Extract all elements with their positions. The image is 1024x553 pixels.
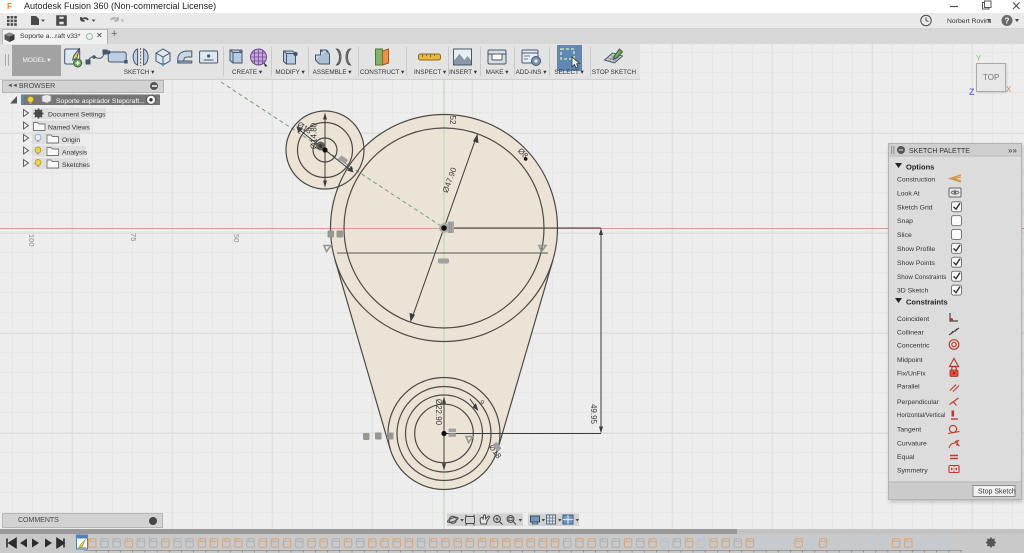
svg-text:Parallel: Parallel <box>897 384 920 391</box>
svg-text:Horizontal/Vertical: Horizontal/Vertical <box>897 413 945 419</box>
svg-text:Slice: Slice <box>897 232 912 239</box>
svg-text:Stop Sketch: Stop Sketch <box>978 489 1016 496</box>
svg-text:Fix/UnFix: Fix/UnFix <box>897 370 926 377</box>
svg-text:Construction: Construction <box>897 177 935 184</box>
svg-text:Show Profile: Show Profile <box>897 246 935 253</box>
svg-text:Collinear: Collinear <box>897 329 925 336</box>
svg-text:Show Points: Show Points <box>897 260 935 267</box>
svg-text:Sketches: Sketches <box>62 162 91 169</box>
svg-text:100: 100 <box>27 234 36 247</box>
svg-text:Ø22.90: Ø22.90 <box>434 399 443 426</box>
svg-text:Sketch Grid: Sketch Grid <box>897 204 933 211</box>
svg-text:Curvature: Curvature <box>897 441 927 448</box>
svg-text:3D Sketch: 3D Sketch <box>897 288 929 295</box>
svg-text:Norbert Rovira: Norbert Rovira <box>947 18 991 25</box>
svg-text:Document Settings: Document Settings <box>48 112 106 119</box>
svg-text:Analysis: Analysis <box>62 150 88 157</box>
svg-text:49.95: 49.95 <box>589 404 598 425</box>
svg-text:Snap: Snap <box>897 218 913 225</box>
svg-text:Equal: Equal <box>897 454 915 461</box>
svg-text:Look At: Look At <box>897 190 920 197</box>
svg-text:»»: »» <box>1008 146 1017 155</box>
svg-text:52: 52 <box>448 116 457 125</box>
svg-text:Symmetry: Symmetry <box>897 467 928 474</box>
svg-text:75: 75 <box>129 233 138 241</box>
svg-text:SKETCH PALETTE: SKETCH PALETTE <box>909 148 970 155</box>
svg-text:Options: Options <box>906 163 934 172</box>
svg-text:?: ? <box>1005 17 1010 26</box>
svg-text:Soporte aspirador Stepcraft...: Soporte aspirador Stepcraft... <box>56 98 145 105</box>
svg-text:Show Constraints: Show Constraints <box>897 274 946 281</box>
svg-text:50: 50 <box>232 234 241 242</box>
svg-text:Coincident: Coincident <box>897 316 929 323</box>
svg-text:Midpoint: Midpoint <box>897 357 923 364</box>
svg-text:Constraints: Constraints <box>906 298 948 307</box>
svg-text:Origin: Origin <box>62 137 80 144</box>
svg-text:Tangent: Tangent <box>897 427 921 434</box>
svg-text:Perpendicular: Perpendicular <box>897 399 940 406</box>
svg-text:Named Views: Named Views <box>48 125 90 132</box>
svg-text:Concentric: Concentric <box>897 343 930 350</box>
